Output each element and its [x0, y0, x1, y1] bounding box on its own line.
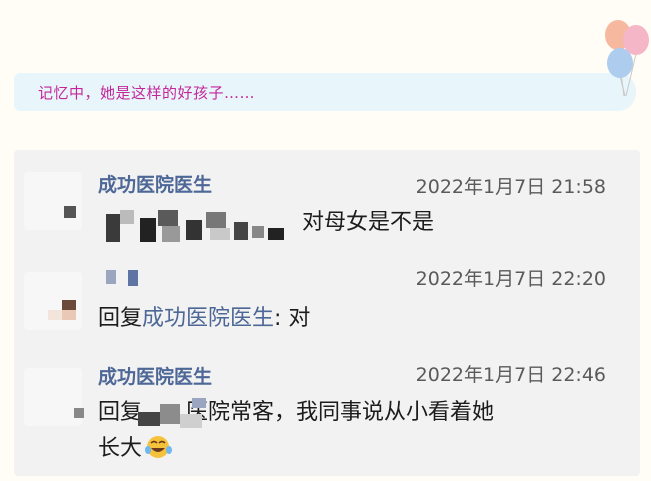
reply-prefix: 回复: [98, 306, 143, 331]
avatar[interactable]: [24, 272, 82, 330]
timestamp: 2022年1月7日 21:58: [415, 176, 606, 198]
laughing-tears-emoji-icon: [144, 434, 174, 460]
redacted-mosaic: [102, 204, 292, 244]
avatar[interactable]: [24, 368, 84, 426]
comment-text-line2: 长大: [98, 432, 174, 466]
comment-text: 回复成功医院医生: 对: [98, 302, 310, 336]
balloons-icon: [605, 20, 649, 97]
avatar[interactable]: [24, 172, 82, 230]
caption-text: 记忆中，她是这样的好孩子……: [38, 84, 256, 102]
timestamp: 2022年1月7日 22:46: [415, 364, 606, 386]
comment-text: 对母女是不是: [302, 210, 435, 235]
redacted-mosaic: [136, 398, 216, 432]
caption-banner: 记忆中，她是这样的好孩子……: [14, 73, 636, 111]
redacted-sender: [106, 270, 146, 288]
reply-text: : 对: [274, 306, 311, 331]
sender-name[interactable]: 成功医院医生: [98, 362, 212, 389]
reply-mention[interactable]: 成功医院医生: [142, 306, 274, 331]
sender-name[interactable]: 成功医院医生: [98, 170, 212, 197]
timestamp: 2022年1月7日 22:20: [415, 268, 606, 290]
comment-thread: 成功医院医生 2022年1月7日 21:58 对母女是不是 2022年1月7日 …: [14, 150, 640, 476]
